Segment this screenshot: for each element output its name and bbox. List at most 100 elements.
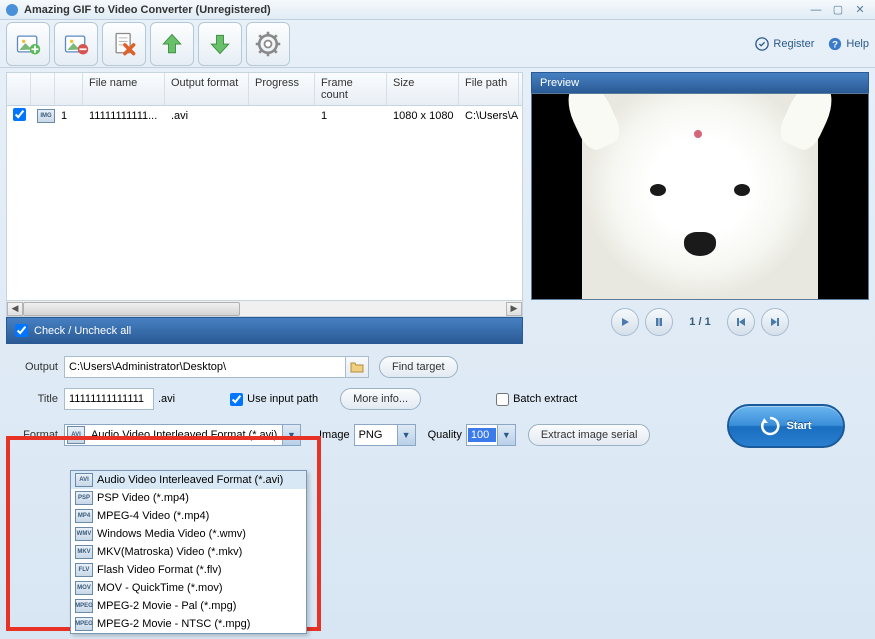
check-all-label: Check / Uncheck all bbox=[34, 325, 131, 337]
row-index: 1 bbox=[55, 110, 83, 122]
frame-counter: 1 / 1 bbox=[689, 316, 710, 328]
format-option-icon: FLV bbox=[75, 563, 93, 577]
play-icon bbox=[620, 317, 630, 327]
col-file-path[interactable]: File path bbox=[459, 73, 519, 105]
file-table-body[interactable]: IMG 1 11111111111... .avi 1 1080 x 1080 … bbox=[6, 106, 523, 301]
col-output-format[interactable]: Output format bbox=[165, 73, 249, 105]
help-label: Help bbox=[846, 38, 869, 50]
image-value: PNG bbox=[355, 429, 397, 441]
preview-image bbox=[582, 94, 818, 299]
pause-icon bbox=[654, 317, 664, 327]
table-row[interactable]: IMG 1 11111111111... .avi 1 1080 x 1080 … bbox=[7, 106, 522, 126]
quality-combo[interactable]: 100 ▼ bbox=[466, 424, 516, 446]
format-option[interactable]: MKVMKV(Matroska) Video (*.mkv) bbox=[71, 543, 306, 561]
find-target-button[interactable]: Find target bbox=[379, 356, 458, 378]
use-input-path-label: Use input path bbox=[247, 393, 318, 405]
format-option[interactable]: AVIAudio Video Interleaved Format (*.avi… bbox=[71, 471, 306, 489]
start-label: Start bbox=[786, 420, 811, 432]
format-option[interactable]: PSPPSP Video (*.mp4) bbox=[71, 489, 306, 507]
next-button[interactable] bbox=[761, 308, 789, 336]
title-input[interactable] bbox=[64, 388, 154, 410]
register-icon bbox=[755, 37, 769, 51]
format-option-icon: AVI bbox=[75, 473, 93, 487]
row-output-format: .avi bbox=[165, 110, 249, 122]
app-icon bbox=[6, 4, 18, 16]
format-icon: AVI bbox=[67, 426, 85, 444]
remove-icon bbox=[62, 30, 90, 58]
help-icon: ? bbox=[828, 37, 842, 51]
image-label: Image bbox=[319, 429, 350, 441]
extract-serial-button[interactable]: Extract image serial bbox=[528, 424, 651, 446]
window-title: Amazing GIF to Video Converter (Unregist… bbox=[24, 4, 803, 16]
pause-button[interactable] bbox=[645, 308, 673, 336]
use-input-path-checkbox[interactable] bbox=[230, 393, 243, 406]
col-filename[interactable]: File name bbox=[83, 73, 165, 105]
format-option[interactable]: MP4MPEG-4 Video (*.mp4) bbox=[71, 507, 306, 525]
remove-file-button[interactable] bbox=[54, 22, 98, 66]
prev-icon bbox=[736, 317, 746, 327]
add-file-button[interactable] bbox=[6, 22, 50, 66]
player-controls: 1 / 1 bbox=[531, 300, 869, 344]
settings-button[interactable] bbox=[246, 22, 290, 66]
start-button[interactable]: Start bbox=[727, 404, 845, 448]
scroll-right-button[interactable]: ▶ bbox=[506, 302, 522, 316]
check-all-checkbox[interactable] bbox=[15, 324, 28, 337]
check-all-bar: Check / Uncheck all bbox=[6, 317, 523, 344]
file-table-header: File name Output format Progress Frame c… bbox=[6, 72, 523, 106]
minimize-button[interactable]: — bbox=[807, 2, 825, 18]
image-dropdown-button[interactable]: ▼ bbox=[397, 425, 415, 445]
next-icon bbox=[770, 317, 780, 327]
format-option[interactable]: FLVFlash Video Format (*.flv) bbox=[71, 561, 306, 579]
move-down-button[interactable] bbox=[198, 22, 242, 66]
quality-label: Quality bbox=[428, 429, 462, 441]
format-option[interactable]: MOVMOV - QuickTime (*.mov) bbox=[71, 579, 306, 597]
play-button[interactable] bbox=[611, 308, 639, 336]
format-label: Format bbox=[16, 429, 64, 441]
col-progress[interactable]: Progress bbox=[249, 73, 315, 105]
format-option[interactable]: MPEGMPEG-2 Movie - NTSC (*.mpg) bbox=[71, 615, 306, 633]
format-option-icon: MP4 bbox=[75, 509, 93, 523]
toolbar: Register ? Help bbox=[0, 20, 875, 68]
col-size[interactable]: Size bbox=[387, 73, 459, 105]
format-option[interactable]: MPEGMPEG-2 Movie - Pal (*.mpg) bbox=[71, 597, 306, 615]
start-icon bbox=[760, 416, 780, 436]
format-option[interactable]: WMVWindows Media Video (*.wmv) bbox=[71, 525, 306, 543]
format-combo[interactable]: AVI Audio Video Interleaved Format (*.av… bbox=[64, 424, 301, 446]
batch-extract-label: Batch extract bbox=[513, 393, 577, 405]
register-label: Register bbox=[773, 38, 814, 50]
col-frame-count[interactable]: Frame count bbox=[315, 73, 387, 105]
maximize-button[interactable]: ▢ bbox=[829, 2, 847, 18]
preview-area bbox=[531, 93, 869, 300]
output-label: Output bbox=[16, 361, 64, 373]
preview-title: Preview bbox=[531, 72, 869, 93]
output-input[interactable] bbox=[64, 356, 346, 378]
row-filename: 11111111111... bbox=[83, 110, 165, 122]
prev-button[interactable] bbox=[727, 308, 755, 336]
image-combo[interactable]: PNG ▼ bbox=[354, 424, 416, 446]
folder-icon bbox=[350, 361, 364, 373]
move-up-button[interactable] bbox=[150, 22, 194, 66]
format-option-icon: WMV bbox=[75, 527, 93, 541]
format-option-icon: MOV bbox=[75, 581, 93, 595]
title-label: Title bbox=[16, 393, 64, 405]
batch-extract-checkbox[interactable] bbox=[496, 393, 509, 406]
format-value: Audio Video Interleaved Format (*.avi) bbox=[87, 429, 282, 441]
title-ext: .avi bbox=[158, 393, 175, 405]
register-link[interactable]: Register bbox=[755, 37, 814, 51]
close-button[interactable]: ✕ bbox=[851, 2, 869, 18]
scroll-left-button[interactable]: ◀ bbox=[7, 302, 23, 316]
clear-button[interactable] bbox=[102, 22, 146, 66]
gear-icon bbox=[254, 30, 282, 58]
more-info-button[interactable]: More info... bbox=[340, 388, 421, 410]
svg-text:?: ? bbox=[832, 39, 838, 50]
row-file-path: C:\Users\A bbox=[459, 110, 519, 122]
row-checkbox[interactable] bbox=[13, 108, 26, 121]
format-option-icon: PSP bbox=[75, 491, 93, 505]
format-dropdown-list[interactable]: AVIAudio Video Interleaved Format (*.avi… bbox=[70, 470, 307, 634]
scroll-thumb[interactable] bbox=[23, 302, 240, 316]
help-link[interactable]: ? Help bbox=[828, 37, 869, 51]
format-dropdown-button[interactable]: ▼ bbox=[282, 425, 300, 445]
quality-dropdown-button[interactable]: ▼ bbox=[497, 425, 515, 445]
horizontal-scrollbar[interactable]: ◀ ▶ bbox=[6, 301, 523, 317]
output-browse-button[interactable] bbox=[345, 356, 369, 378]
